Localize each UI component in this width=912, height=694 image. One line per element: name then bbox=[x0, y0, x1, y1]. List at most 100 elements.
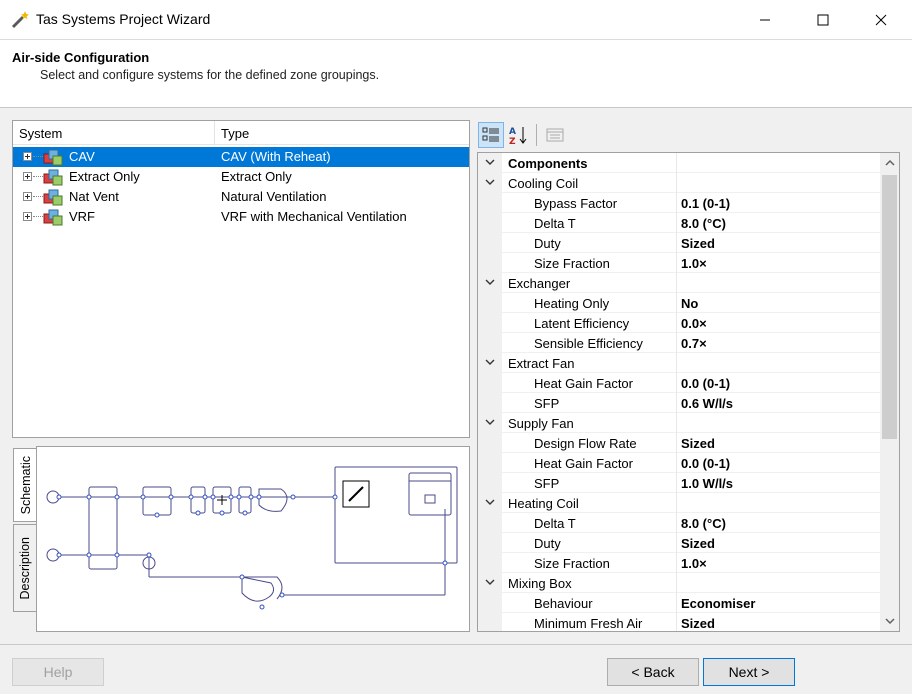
property-row[interactable]: Duty Sized bbox=[478, 533, 880, 553]
property-label: Heat Gain Factor bbox=[534, 376, 633, 391]
property-row[interactable]: Heat Gain Factor 0.0 (0-1) bbox=[478, 373, 880, 393]
property-value[interactable]: Economiser bbox=[681, 596, 755, 611]
property-row[interactable]: Bypass Factor 0.1 (0-1) bbox=[478, 193, 880, 213]
system-name: Extract Only bbox=[69, 169, 140, 184]
system-row-cav[interactable]: CAV CAV (With Reheat) bbox=[13, 147, 469, 167]
chevron-down-icon[interactable] bbox=[484, 176, 496, 188]
back-button[interactable]: < Back bbox=[607, 658, 699, 686]
chevron-down-icon[interactable] bbox=[484, 356, 496, 368]
property-row[interactable]: Heating Only No bbox=[478, 293, 880, 313]
system-name: CAV bbox=[69, 149, 95, 164]
row-gutter bbox=[478, 553, 502, 573]
row-gutter bbox=[478, 473, 502, 493]
property-row[interactable]: Delta T 8.0 (°C) bbox=[478, 513, 880, 533]
property-value[interactable]: 0.1 (0-1) bbox=[681, 196, 730, 211]
expand-icon[interactable] bbox=[23, 192, 32, 201]
property-value[interactable]: 8.0 (°C) bbox=[681, 216, 726, 231]
property-category-row[interactable]: Cooling Coil bbox=[478, 173, 880, 193]
category-label: Components bbox=[508, 156, 588, 171]
property-row[interactable]: Latent Efficiency 0.0× bbox=[478, 313, 880, 333]
property-label: Minimum Fresh Air bbox=[534, 616, 643, 631]
expand-icon[interactable] bbox=[23, 212, 32, 221]
category-label: Mixing Box bbox=[508, 576, 572, 591]
property-row[interactable]: SFP 0.6 W/l/s bbox=[478, 393, 880, 413]
system-icon bbox=[43, 189, 63, 206]
property-label: Size Fraction bbox=[534, 556, 610, 571]
property-value[interactable]: 0.0 (0-1) bbox=[681, 376, 730, 391]
property-label: Behaviour bbox=[534, 596, 593, 611]
property-value[interactable]: 1.0× bbox=[681, 256, 707, 271]
scroll-up-button[interactable] bbox=[880, 153, 899, 173]
row-gutter bbox=[478, 593, 502, 613]
property-grid[interactable]: Components Cooling Coil Bypass Factor 0.1 (… bbox=[477, 152, 900, 632]
column-splitter bbox=[676, 613, 677, 631]
minimize-button[interactable] bbox=[736, 0, 794, 40]
property-category-row[interactable]: Mixing Box bbox=[478, 573, 880, 593]
property-label: SFP bbox=[534, 396, 560, 411]
property-row[interactable]: SFP 1.0 W/l/s bbox=[478, 473, 880, 493]
chevron-down-icon[interactable] bbox=[484, 276, 496, 288]
property-category-row[interactable]: Extract Fan bbox=[478, 353, 880, 373]
expand-icon[interactable] bbox=[23, 172, 32, 181]
chevron-down-icon[interactable] bbox=[484, 416, 496, 428]
property-value[interactable]: No bbox=[681, 296, 698, 311]
property-grid-scrollbar[interactable] bbox=[880, 153, 899, 631]
property-value[interactable]: Sized bbox=[681, 236, 715, 251]
property-value[interactable]: Sized bbox=[681, 436, 715, 451]
column-header-system[interactable]: System bbox=[13, 121, 215, 145]
tab-description[interactable]: Description bbox=[13, 524, 37, 612]
maximize-button[interactable] bbox=[794, 0, 852, 40]
column-splitter bbox=[676, 333, 677, 353]
alphabetical-sort-button[interactable]: A Z bbox=[506, 122, 532, 148]
system-row-extract-only[interactable]: Extract Only Extract Only bbox=[13, 167, 469, 187]
property-category-row[interactable]: Heating Coil bbox=[478, 493, 880, 513]
scroll-down-button[interactable] bbox=[880, 611, 899, 631]
property-category-row[interactable]: Exchanger bbox=[478, 273, 880, 293]
property-value[interactable]: 8.0 (°C) bbox=[681, 516, 726, 531]
property-value[interactable]: 1.0 W/l/s bbox=[681, 476, 733, 491]
chevron-down-icon[interactable] bbox=[484, 156, 496, 168]
property-row[interactable]: Delta T 8.0 (°C) bbox=[478, 213, 880, 233]
system-row-vrf[interactable]: VRF VRF with Mechanical Ventilation bbox=[13, 207, 469, 227]
column-splitter bbox=[676, 293, 677, 313]
property-value[interactable]: Sized bbox=[681, 616, 715, 631]
chevron-down-icon[interactable] bbox=[484, 576, 496, 588]
property-label: Latent Efficiency bbox=[534, 316, 630, 331]
property-row[interactable]: Design Flow Rate Sized bbox=[478, 433, 880, 453]
row-gutter bbox=[478, 253, 502, 273]
column-splitter bbox=[676, 313, 677, 333]
column-header-type[interactable]: Type bbox=[215, 121, 469, 145]
tab-schematic[interactable]: Schematic bbox=[13, 448, 37, 522]
property-row[interactable]: Behaviour Economiser bbox=[478, 593, 880, 613]
property-value[interactable]: Sized bbox=[681, 536, 715, 551]
scrollbar-thumb[interactable] bbox=[882, 175, 897, 439]
help-button[interactable]: Help bbox=[12, 658, 104, 686]
property-category-row[interactable]: Supply Fan bbox=[478, 413, 880, 433]
expand-icon[interactable] bbox=[23, 152, 32, 161]
property-value[interactable]: 1.0× bbox=[681, 556, 707, 571]
property-pages-button[interactable] bbox=[542, 122, 568, 148]
categorized-view-button[interactable] bbox=[478, 122, 504, 148]
row-gutter bbox=[478, 333, 502, 353]
property-value[interactable]: 0.7× bbox=[681, 336, 707, 351]
property-value[interactable]: 0.0× bbox=[681, 316, 707, 331]
property-row[interactable]: Size Fraction 1.0× bbox=[478, 553, 880, 573]
property-value[interactable]: 0.6 W/l/s bbox=[681, 396, 733, 411]
system-row-nat-vent[interactable]: Nat Vent Natural Ventilation bbox=[13, 187, 469, 207]
property-value[interactable]: 0.0 (0-1) bbox=[681, 456, 730, 471]
property-row[interactable]: Sensible Efficiency 0.7× bbox=[478, 333, 880, 353]
property-category-row[interactable]: Components bbox=[478, 153, 880, 173]
system-icon bbox=[43, 149, 63, 166]
property-label: SFP bbox=[534, 476, 560, 491]
property-row[interactable]: Duty Sized bbox=[478, 233, 880, 253]
chevron-down-icon[interactable] bbox=[484, 496, 496, 508]
close-button[interactable] bbox=[852, 0, 910, 40]
next-button[interactable]: Next > bbox=[703, 658, 795, 686]
property-row[interactable]: Heat Gain Factor 0.0 (0-1) bbox=[478, 453, 880, 473]
property-row[interactable]: Minimum Fresh Air Sized bbox=[478, 613, 880, 631]
systems-list[interactable]: System Type CAV CAV (With Reheat) Extrac… bbox=[12, 120, 470, 438]
property-row[interactable]: Size Fraction 1.0× bbox=[478, 253, 880, 273]
property-label: Delta T bbox=[534, 516, 576, 531]
tab-description-label: Description bbox=[18, 536, 32, 600]
property-label: Heating Only bbox=[534, 296, 610, 311]
